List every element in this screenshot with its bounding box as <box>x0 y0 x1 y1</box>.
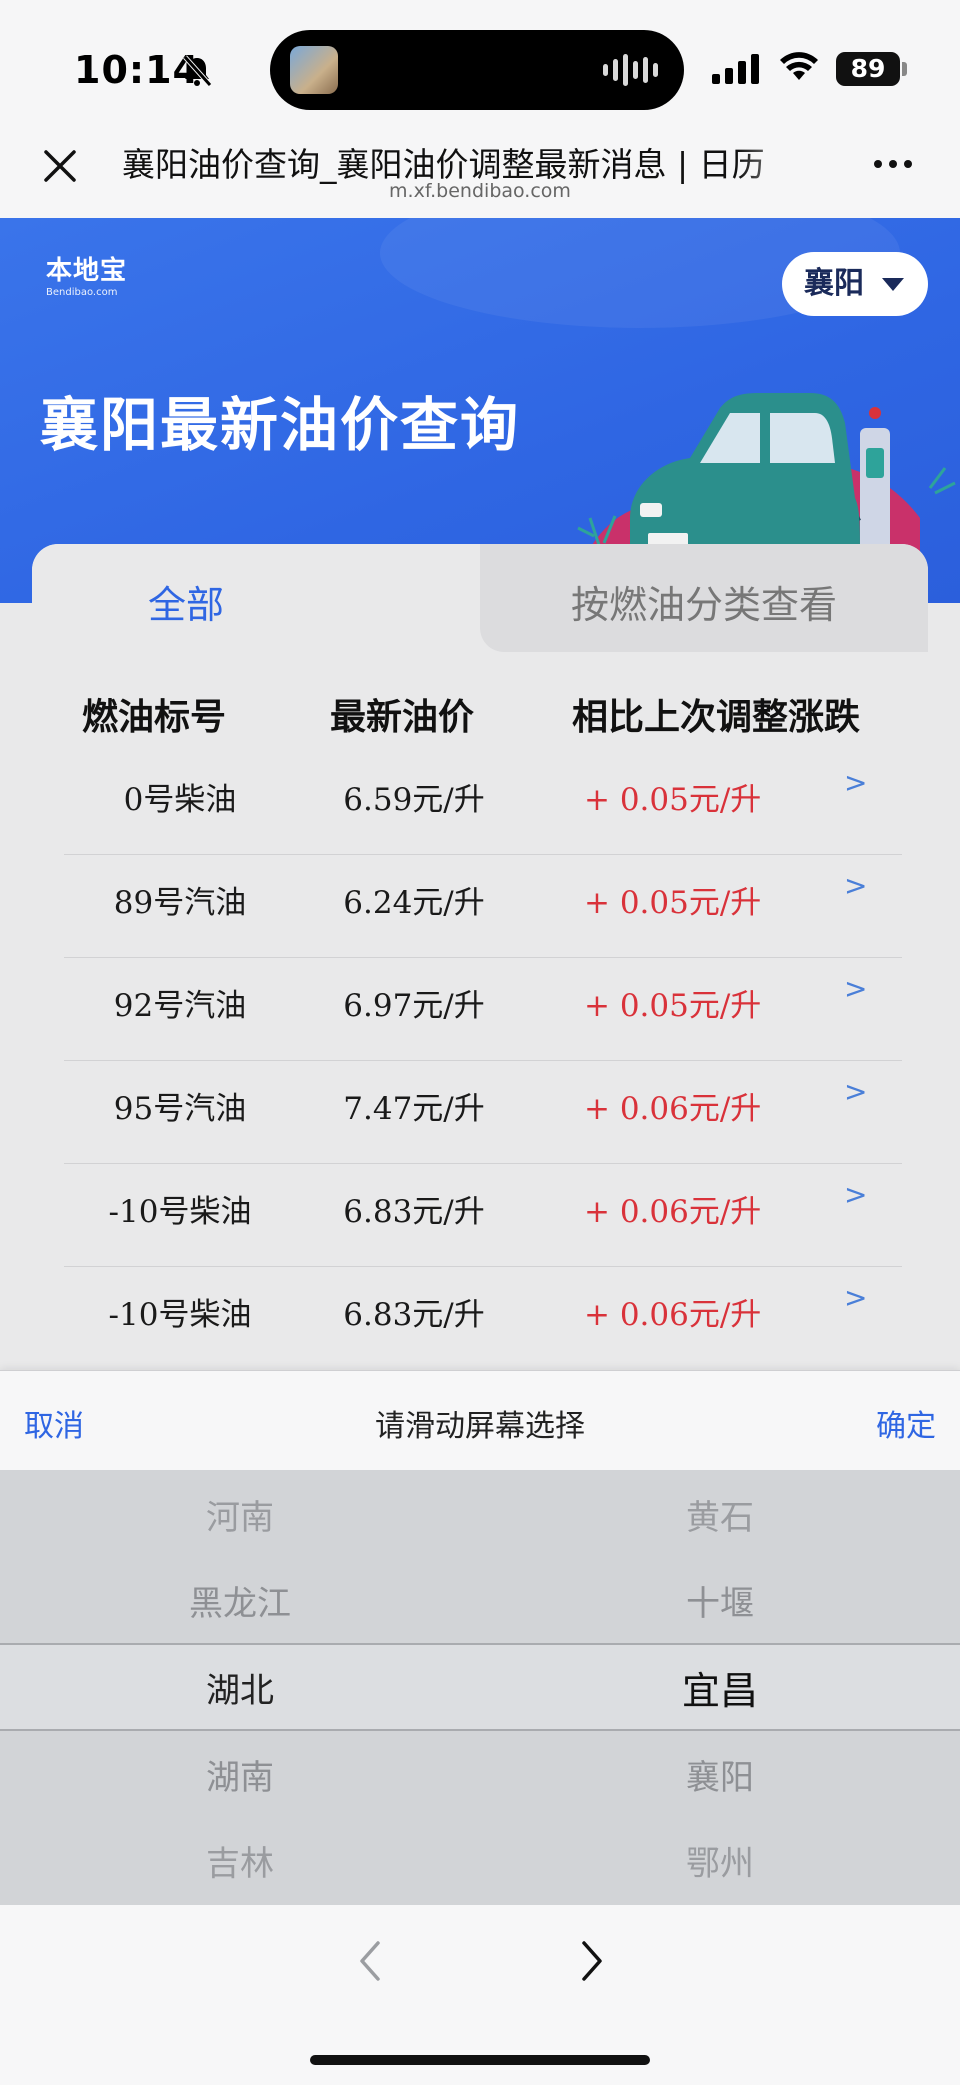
chevron-right-icon[interactable]: > <box>844 869 867 902</box>
chevron-right-icon[interactable]: > <box>844 1178 867 1211</box>
picker-city-option[interactable]: 十堰 <box>480 1576 960 1625</box>
site-logo[interactable]: 本地宝 Bendibao.com <box>46 250 127 298</box>
status-bar: 10:14 89 <box>0 0 960 130</box>
picker-province-option[interactable]: 吉林 <box>0 1836 480 1885</box>
picker-province-option[interactable]: 黑龙江 <box>0 1576 480 1625</box>
picker-hint: 请滑动屏幕选择 <box>375 1409 585 1444</box>
tab-all[interactable]: 全部 <box>32 544 480 652</box>
column-header-grade: 燃油标号 <box>82 697 227 738</box>
picker-province-option[interactable]: 河南 <box>0 1490 480 1539</box>
fuel-grade: -10号柴油 <box>108 1297 252 1333</box>
picker-province-option[interactable]: 湖南 <box>0 1750 480 1799</box>
dynamic-island[interactable] <box>270 30 684 110</box>
page-url: m.xf.bendibao.com <box>389 180 571 202</box>
confirm-button[interactable]: 确定 <box>876 1401 936 1445</box>
price-change: + 0.05元/升 <box>584 988 762 1024</box>
tab-by-fuel-type[interactable]: 按燃油分类查看 <box>480 544 928 652</box>
fuel-grade: 0号柴油 <box>123 782 237 818</box>
tab-label: 全部 <box>147 583 224 627</box>
column-header-change: 相比上次调整涨跌 <box>572 697 861 738</box>
fuel-price: 6.83元/升 <box>343 1194 485 1230</box>
fuel-price: 6.97元/升 <box>343 988 485 1024</box>
tab-bar: 全部 按燃油分类查看 <box>32 544 928 652</box>
fuel-price: 7.47元/升 <box>343 1091 485 1127</box>
table-row[interactable]: 0号柴油 6.59元/升 + 0.05元/升 > <box>64 752 902 855</box>
price-change: + 0.06元/升 <box>584 1091 762 1127</box>
banner-title: 襄阳最新油价查询 <box>40 391 521 459</box>
battery-icon: 89 <box>836 52 900 86</box>
logo-text: 本地宝 <box>46 256 128 286</box>
cancel-button[interactable]: 取消 <box>24 1401 84 1445</box>
fuel-price: 6.83元/升 <box>343 1297 485 1333</box>
wifi-icon <box>780 52 818 80</box>
tab-label: 按燃油分类查看 <box>570 583 837 627</box>
price-change: + 0.05元/升 <box>584 885 762 921</box>
battery-nub <box>902 62 907 76</box>
chevron-right-icon[interactable]: > <box>844 1075 867 1108</box>
chevron-left-icon[interactable] <box>350 1933 390 1989</box>
audio-waveform-icon <box>603 52 658 88</box>
fuel-price: 6.24元/升 <box>343 885 485 921</box>
city-selector-button[interactable]: 襄阳 <box>782 252 928 316</box>
chevron-right-icon[interactable]: > <box>844 1281 867 1314</box>
browser-bottom-toolbar <box>0 1905 960 2085</box>
region-picker-wheel[interactable]: 河南 黑龙江 湖北 湖南 吉林 黄石 十堰 宜昌 襄阳 鄂州 <box>0 1470 960 1905</box>
picker-toolbar: 请滑动屏幕选择 取消 确定 <box>0 1370 960 1470</box>
fuel-grade: 89号汽油 <box>113 885 247 921</box>
column-header-price: 最新油价 <box>330 697 475 738</box>
page-title: 襄阳油价查询_襄阳油价调整最新消息 | 日历 <box>122 145 765 184</box>
table-row[interactable]: -10号柴油 6.83元/升 + 0.06元/升 > <box>64 1267 902 1370</box>
table-row[interactable]: 92号汽油 6.97元/升 + 0.05元/升 > <box>64 958 902 1061</box>
picker-city-option[interactable]: 鄂州 <box>480 1836 960 1885</box>
home-indicator <box>310 2055 650 2065</box>
picker-province-selected[interactable]: 湖北 <box>0 1663 480 1712</box>
oil-price-card: 全部 按燃油分类查看 燃油标号 最新油价 相比上次调整涨跌 0号柴油 6.59元… <box>32 544 928 1384</box>
bell-slash-icon <box>183 55 212 87</box>
table-row[interactable]: 89号汽油 6.24元/升 + 0.05元/升 > <box>64 855 902 958</box>
table-row[interactable]: 95号汽油 7.47元/升 + 0.06元/升 > <box>64 1061 902 1164</box>
fuel-grade: 95号汽油 <box>113 1091 247 1127</box>
price-change: + 0.05元/升 <box>584 782 762 818</box>
picker-city-selected[interactable]: 宜昌 <box>480 1660 960 1715</box>
logo-subtext: Bendibao.com <box>46 287 118 298</box>
browser-title-bar: 襄阳油价查询_襄阳油价调整最新消息 | 日历 m.xf.bendibao.com <box>0 130 960 218</box>
city-label: 襄阳 <box>804 266 864 301</box>
now-playing-thumbnail <box>290 46 338 94</box>
chevron-right-icon[interactable] <box>572 1933 612 1989</box>
more-options-icon[interactable] <box>874 160 912 168</box>
fuel-grade: -10号柴油 <box>108 1194 252 1230</box>
caret-down-icon <box>882 278 904 291</box>
chevron-right-icon[interactable]: > <box>844 766 867 799</box>
fuel-price: 6.59元/升 <box>343 782 485 818</box>
picker-city-option[interactable]: 黄石 <box>480 1490 960 1539</box>
fuel-grade: 92号汽油 <box>113 988 247 1024</box>
cellular-signal-icon <box>712 54 759 84</box>
price-change: + 0.06元/升 <box>584 1297 762 1333</box>
table-row[interactable]: -10号柴油 6.83元/升 + 0.06元/升 > <box>64 1164 902 1267</box>
picker-city-option[interactable]: 襄阳 <box>480 1750 960 1799</box>
chevron-right-icon[interactable]: > <box>844 972 867 1005</box>
price-change: + 0.06元/升 <box>584 1194 762 1230</box>
